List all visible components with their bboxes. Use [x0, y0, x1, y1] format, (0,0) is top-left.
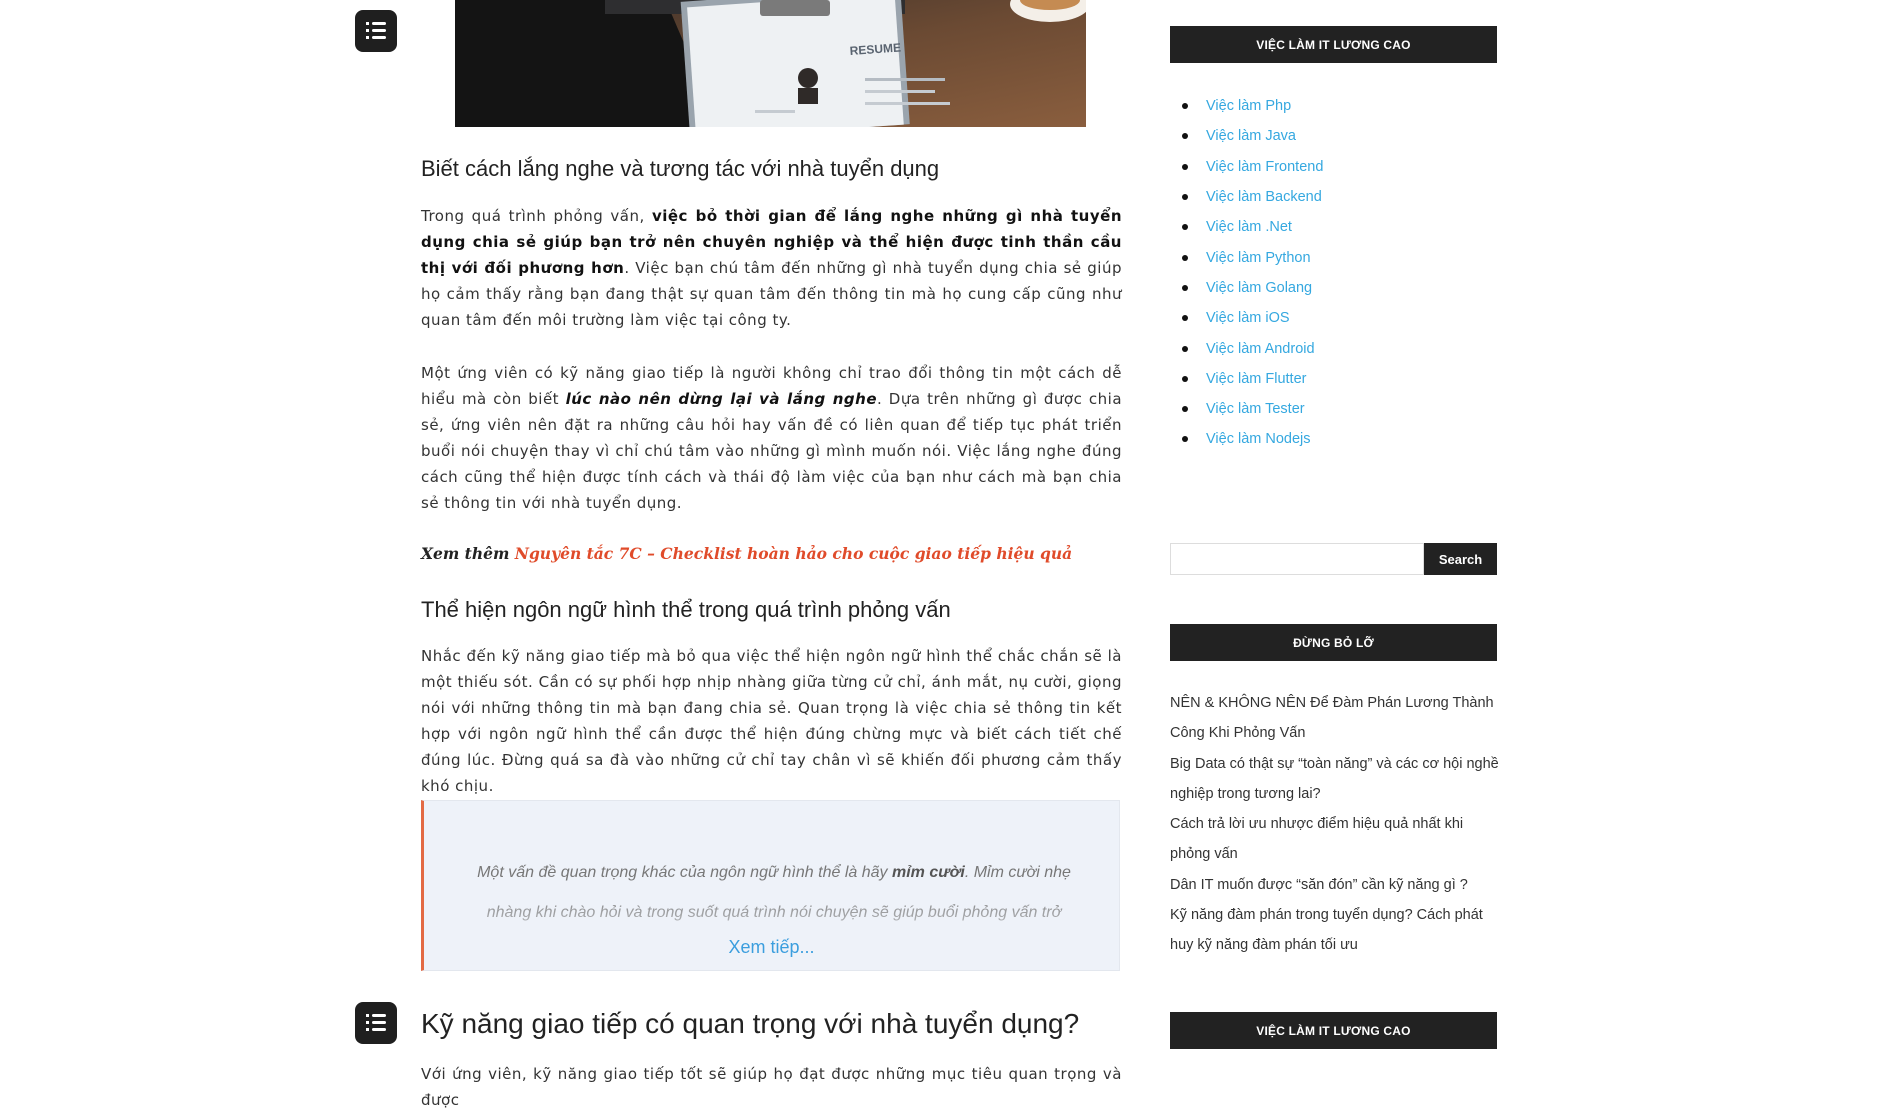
job-link[interactable]: Việc làm .Net — [1206, 219, 1292, 235]
job-link[interactable]: Việc làm Php — [1206, 98, 1291, 114]
paragraph: Trong quá trình phỏng vấn, việc bỏ thời … — [421, 203, 1122, 333]
see-also: Xem thêm Nguyên tắc 7C – Checklist hoàn … — [421, 544, 1072, 563]
paragraph: Với ứng viên, kỹ năng giao tiếp tốt sẽ g… — [421, 1061, 1122, 1113]
article-image: RESUME — [455, 0, 1086, 127]
bullet-icon — [1182, 345, 1188, 352]
paragraph: Một ứng viên có kỹ năng giao tiếp là ngư… — [421, 360, 1122, 516]
toc-button[interactable] — [355, 10, 397, 52]
quote-emphasis: mỉm cười — [891, 864, 965, 881]
search-input[interactable] — [1170, 543, 1424, 575]
quote-text-part: Một vấn đề quan trọng khác của ngôn ngữ … — [477, 864, 892, 881]
list-item: Việc làm Golang — [1182, 273, 1323, 303]
bullet-icon — [1182, 194, 1188, 201]
job-link[interactable]: Việc làm Python — [1206, 250, 1311, 266]
list-item: Việc làm iOS — [1182, 303, 1323, 333]
post-link[interactable]: Dân IT muốn được “săn đón” cần kỹ năng g… — [1170, 870, 1500, 900]
list-item: Việc làm Android — [1182, 333, 1323, 363]
paragraph-bold-italic: lúc nào nên dừng lại và lắng nghe — [565, 390, 877, 408]
job-link[interactable]: Việc làm Nodejs — [1206, 431, 1311, 447]
job-links-list: Việc làm Php Việc làm Java Việc làm Fron… — [1182, 91, 1323, 455]
list-item: Việc làm Java — [1182, 121, 1323, 151]
job-link[interactable]: Việc làm iOS — [1206, 310, 1290, 326]
list-item: Việc làm .Net — [1182, 212, 1323, 242]
bullet-icon — [1182, 284, 1188, 291]
bullet-icon — [1182, 224, 1188, 231]
post-link[interactable]: NÊN & KHÔNG NÊN Để Đàm Phán Lương Thành … — [1170, 688, 1500, 749]
section-heading: Thể hiện ngôn ngữ hình thể trong quá trì… — [421, 597, 951, 622]
post-list: NÊN & KHÔNG NÊN Để Đàm Phán Lương Thành … — [1170, 688, 1500, 961]
bullet-icon — [1182, 254, 1188, 261]
paragraph-text: . Dựa trên những gì được chia sẻ, ứng vi… — [421, 390, 1123, 512]
job-link[interactable]: Việc làm Backend — [1206, 189, 1322, 205]
list-item: Việc làm Frontend — [1182, 152, 1323, 182]
job-link[interactable]: Việc làm Java — [1206, 128, 1296, 144]
search-button[interactable]: Search — [1424, 543, 1497, 575]
list-item: Việc làm Backend — [1182, 182, 1323, 212]
job-link[interactable]: Việc làm Flutter — [1206, 371, 1306, 387]
see-also-link[interactable]: Nguyên tắc 7C – Checklist hoàn hảo cho c… — [515, 544, 1072, 563]
bullet-icon — [1182, 315, 1188, 322]
list-item: Việc làm Tester — [1182, 394, 1323, 424]
see-also-label: Xem thêm — [421, 544, 510, 563]
job-link[interactable]: Việc làm Android — [1206, 341, 1315, 357]
list-icon — [366, 22, 386, 39]
job-link[interactable]: Việc làm Tester — [1206, 401, 1305, 417]
paragraph-text: Trong quá trình phỏng vấn, — [421, 207, 652, 225]
post-link[interactable]: Kỹ năng đàm phán trong tuyển dụng? Cách … — [1170, 900, 1500, 961]
bullet-icon — [1182, 163, 1188, 170]
bullet-icon — [1182, 436, 1188, 443]
list-item: Việc làm Nodejs — [1182, 424, 1323, 454]
list-icon — [366, 1014, 386, 1031]
job-link[interactable]: Việc làm Frontend — [1206, 159, 1323, 175]
list-item: Việc làm Python — [1182, 242, 1323, 272]
paragraph: Nhắc đến kỹ năng giao tiếp mà bỏ qua việ… — [421, 643, 1122, 799]
bullet-icon — [1182, 133, 1188, 140]
read-more-link[interactable]: Xem tiếp... — [424, 937, 1119, 958]
blockquote: Một vấn đề quan trọng khác của ngôn ngữ … — [421, 800, 1120, 971]
list-item: Việc làm Flutter — [1182, 364, 1323, 394]
list-item: Việc làm Php — [1182, 91, 1323, 121]
paragraph-text: Với ứng viên, kỹ năng giao tiếp tốt sẽ g… — [421, 1065, 1122, 1109]
post-link[interactable]: Cách trả lời ưu nhược điểm hiệu quả nhất… — [1170, 809, 1500, 870]
section-heading: Biết cách lắng nghe và tương tác với nhà… — [421, 156, 940, 181]
widget-title: ĐỪNG BỎ LỠ — [1170, 624, 1497, 661]
bullet-icon — [1182, 406, 1188, 413]
main-heading: Kỹ năng giao tiếp có quan trọng với nhà … — [421, 1008, 1080, 1039]
bullet-icon — [1182, 375, 1188, 382]
toc-button[interactable] — [355, 1002, 397, 1044]
post-link[interactable]: Big Data có thật sự “toàn năng” và các c… — [1170, 749, 1500, 810]
widget-title: VIỆC LÀM IT LƯƠNG CAO — [1170, 26, 1497, 63]
job-link[interactable]: Việc làm Golang — [1206, 280, 1312, 296]
widget-title: VIỆC LÀM IT LƯƠNG CAO — [1170, 1012, 1497, 1049]
paragraph-text: Nhắc đến kỹ năng giao tiếp mà bỏ qua việ… — [421, 647, 1122, 795]
bullet-icon — [1182, 103, 1188, 110]
